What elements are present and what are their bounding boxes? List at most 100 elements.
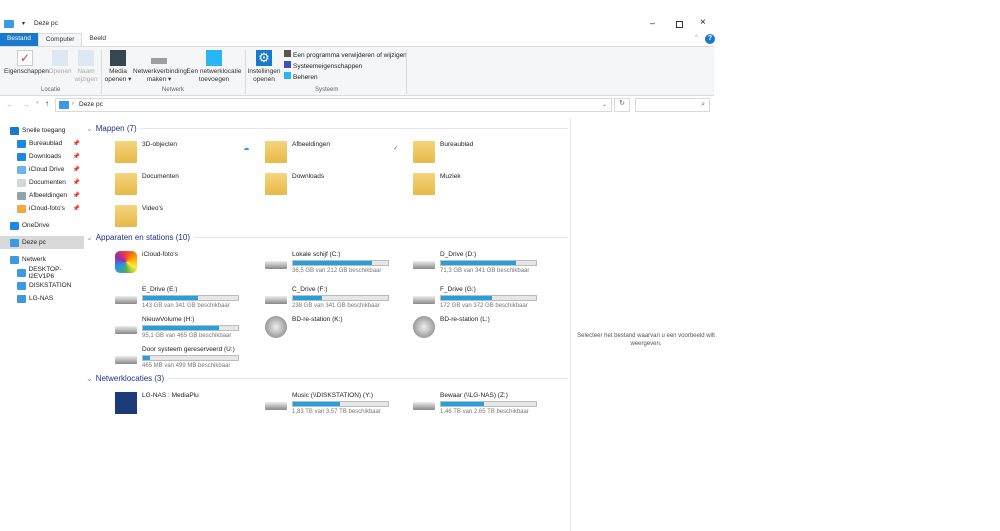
- media-open-button[interactable]: Media openen ▾: [104, 50, 132, 83]
- sidebar-item[interactable]: Downloads 📌: [0, 150, 84, 163]
- breadcrumb[interactable]: Deze pc: [79, 101, 103, 108]
- help-icon[interactable]: ?: [705, 34, 715, 44]
- network-item[interactable]: LG-NAS : MediaPlu: [115, 392, 199, 414]
- sidebar-item[interactable]: OneDrive: [0, 219, 84, 232]
- maximize-button[interactable]: [676, 21, 683, 28]
- sidebar-item[interactable]: DISKSTATION: [0, 279, 84, 292]
- pin-icon[interactable]: 📌: [73, 179, 80, 186]
- pin-icon[interactable]: 📌: [73, 192, 80, 199]
- section-header-folders[interactable]: ⌄ Mappen (7): [86, 122, 568, 135]
- item-label: Bureaublad: [440, 141, 474, 148]
- up-button[interactable]: ↑: [45, 99, 49, 108]
- open-button[interactable]: Openen: [48, 50, 72, 76]
- close-button[interactable]: ×: [700, 17, 706, 28]
- drive-item[interactable]: Lokale schijf (C:) 36,5 GB van 212 GB bes…: [265, 251, 389, 274]
- properties-button[interactable]: ✓ Eigenschappen: [4, 50, 49, 76]
- sidebar-item-label: DISKSTATION: [29, 282, 72, 289]
- free-space: 36,5 GB van 212 GB beschikbaar: [292, 268, 382, 274]
- drive-icon: [413, 402, 435, 410]
- drive-item[interactable]: D_Drive (D:) 71,3 GB van 341 GB beschikba…: [413, 251, 537, 274]
- network-item[interactable]: Music (\\DISKSTATION) (Y:) 1,83 TB van 3,…: [265, 392, 389, 415]
- tab-beeld[interactable]: Beeld: [82, 33, 113, 46]
- system-small-buttons: Een programma verwijderen of wijzigen Sy…: [284, 50, 407, 83]
- sidebar-item-label: LG-NAS: [29, 295, 54, 302]
- sidebar-item[interactable]: Deze pc: [0, 236, 84, 249]
- network-item[interactable]: Bewaar (\\LG-NAS) (Z:) 1,46 TB van 2,65 T…: [413, 392, 537, 415]
- manage-button[interactable]: Beheren: [284, 72, 407, 83]
- settings-button[interactable]: ⚙ Instellingen openen: [247, 50, 281, 83]
- folder-icon: [115, 205, 137, 227]
- back-button[interactable]: ←: [6, 100, 14, 109]
- divider: [245, 50, 246, 94]
- folder-icon: [413, 141, 435, 163]
- sidebar-item[interactable]: Netwerk: [0, 253, 84, 266]
- recent-dropdown[interactable]: ▾: [36, 100, 39, 106]
- sidebar-item[interactable]: iCloud Drive 📌: [0, 163, 84, 176]
- search-icon: ⌕: [701, 101, 705, 108]
- drive-item[interactable]: BD-re-station (L:): [413, 316, 490, 338]
- chevron-down-icon[interactable]: ⌄: [602, 101, 607, 108]
- sidebar-item[interactable]: Documenten 📌: [0, 176, 84, 189]
- label: Instellingen openen: [247, 68, 281, 83]
- section-header-network[interactable]: ⌄ Netwerklocaties (3): [86, 372, 568, 385]
- usage-bar: [440, 295, 537, 301]
- label: Media openen ▾: [104, 68, 132, 83]
- folder-icon: [17, 268, 26, 277]
- add-network-location-button[interactable]: Een netwerklocatie toevoegen: [186, 50, 242, 83]
- drive-item[interactable]: BD-re-station (K:): [265, 316, 343, 338]
- pin-icon[interactable]: 📌: [73, 153, 80, 160]
- tab-bestand[interactable]: Bestand: [0, 33, 38, 46]
- map-network-drive-button[interactable]: Netwerkverbinding maken ▾: [133, 50, 187, 83]
- folder-item[interactable]: Video's: [115, 205, 163, 227]
- folder-item[interactable]: Documenten: [115, 173, 179, 195]
- free-space: 1,46 TB van 2,65 TB beschikbaar: [440, 409, 529, 415]
- quick-access-dropdown[interactable]: ▾: [22, 20, 25, 27]
- drive-item[interactable]: Door systeem gereserveerd (U:) 465 MB van…: [115, 346, 239, 369]
- free-space: 71,3 GB van 341 GB beschikbaar: [440, 268, 530, 274]
- folder-icon: [17, 139, 26, 148]
- drive-item[interactable]: E_Drive (E:) 143 GB van 341 GB beschikbaa…: [115, 286, 239, 309]
- drive-item[interactable]: F_Drive (G:) 172 GB van 372 GB beschikbaa…: [413, 286, 537, 309]
- sidebar-item-label: Documenten: [29, 179, 66, 186]
- refresh-button[interactable]: ↻: [614, 98, 630, 112]
- folder-item[interactable]: Muziek: [413, 173, 461, 195]
- sidebar-item[interactable]: Afbeeldingen 📌: [0, 189, 84, 202]
- pin-icon[interactable]: 📌: [73, 166, 80, 173]
- system-icon: [284, 61, 291, 68]
- sidebar-item[interactable]: Snelle toegang: [0, 124, 84, 137]
- drive-item[interactable]: iCloud-foto's: [115, 251, 178, 273]
- folder-item[interactable]: Downloads: [265, 173, 324, 195]
- file-explorer-window: ▾ Deze pc – × Bestand Computer Beeld ^ ?…: [0, 14, 720, 531]
- item-label: iCloud-foto's: [142, 251, 178, 258]
- folder-item[interactable]: 3D-objecten ☁: [115, 141, 250, 163]
- sidebar-item[interactable]: DESKTOP-I2EV1P6: [0, 266, 84, 280]
- address-bar[interactable]: › Deze pc ⌄: [55, 98, 612, 112]
- photos-icon: [115, 251, 137, 273]
- location-icon: [10, 238, 19, 247]
- minimize-button[interactable]: –: [650, 18, 655, 28]
- uninstall-program-button[interactable]: Een programma verwijderen of wijzigen: [284, 50, 407, 61]
- divider: [406, 50, 407, 94]
- drive-item[interactable]: NieuwVolume (H:) 95,1 GB van 465 GB besch…: [115, 316, 239, 339]
- drive-item[interactable]: C_Drive (F:) 238 GB van 341 GB beschikbaa…: [265, 286, 389, 309]
- pin-icon[interactable]: 📌: [73, 140, 80, 147]
- sidebar-item[interactable]: Bureaublad 📌: [0, 137, 84, 150]
- rename-button[interactable]: Naam wijzigen: [74, 50, 98, 83]
- collapse-ribbon-icon[interactable]: ^: [695, 35, 698, 41]
- folder-item[interactable]: Bureaublad: [413, 141, 473, 163]
- item-label: Afbeeldingen: [292, 141, 330, 148]
- tab-computer[interactable]: Computer: [37, 33, 83, 46]
- gear-icon: ⚙: [256, 50, 272, 66]
- folder-icon: [265, 173, 287, 195]
- folder-item[interactable]: Afbeeldingen ✓: [265, 141, 398, 163]
- section-header-devices[interactable]: ⌄ Apparaten en stations (10): [86, 231, 568, 244]
- system-properties-button[interactable]: Systeemeigenschappen: [284, 61, 407, 72]
- sidebar-item[interactable]: LG-NAS: [0, 292, 84, 305]
- sidebar-item[interactable]: iCloud-foto's 📌: [0, 202, 84, 215]
- network-location-icon: [206, 50, 222, 66]
- pin-icon[interactable]: 📌: [73, 205, 80, 212]
- forward-button[interactable]: →: [22, 100, 30, 109]
- free-space: 238 GB van 341 GB beschikbaar: [292, 303, 380, 309]
- folder-icon: [17, 294, 26, 303]
- search-input[interactable]: ⌕: [635, 98, 710, 112]
